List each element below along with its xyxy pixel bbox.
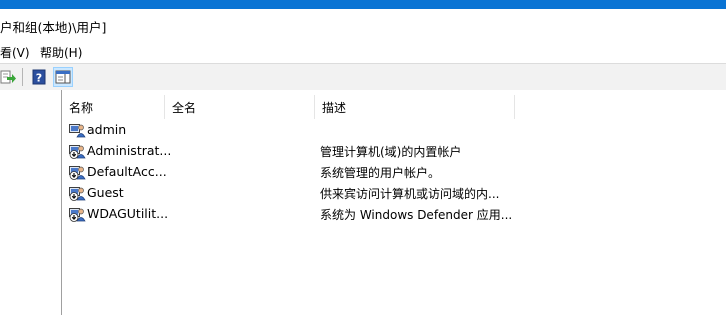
toolbar-separator [22, 68, 23, 86]
toolbar: ? [0, 63, 726, 91]
column-header-label: 描述 [322, 101, 347, 115]
list-item[interactable]: Guest 供来宾访问计算机或访问域的内... [62, 182, 726, 203]
user-name: Guest [87, 185, 124, 200]
column-header-label: 全名 [172, 101, 197, 115]
export-list-icon [0, 70, 16, 84]
show-action-pane-button[interactable] [53, 67, 73, 87]
user-icon [69, 124, 86, 138]
column-header-full-name[interactable]: 全名 [165, 95, 315, 119]
user-name: Administrat... [87, 143, 172, 158]
column-header-label: 名称 [69, 101, 94, 115]
window-top-edge [0, 0, 726, 9]
show-action-pane-icon [55, 70, 71, 84]
menu-view[interactable]: 看(V) [0, 44, 30, 61]
help-icon: ? [32, 69, 46, 85]
disabled-user-icon [69, 208, 86, 222]
list-item[interactable]: admin [62, 119, 726, 140]
menu-help[interactable]: 帮助(H) [40, 44, 82, 61]
export-list-button[interactable] [0, 67, 18, 87]
disabled-user-icon [69, 145, 86, 159]
title-bar: 户和组(本地)\用户] [0, 9, 726, 39]
user-description: 系统管理的用户帐户。 [320, 166, 441, 180]
disabled-user-icon [69, 166, 86, 180]
column-header-name[interactable]: 名称 [62, 95, 165, 119]
window-title: 户和组(本地)\用户] [0, 20, 107, 35]
user-name: DefaultAcc... [87, 164, 167, 179]
list-item[interactable]: Administrat... 管理计算机(域)的内置帐户 [62, 140, 726, 161]
user-name: admin [87, 122, 127, 137]
console-tree-pane[interactable] [0, 90, 62, 315]
help-button[interactable]: ? [29, 67, 49, 87]
column-header-description[interactable]: 描述 [315, 95, 515, 119]
user-name: WDAGUtilit... [87, 206, 169, 221]
disabled-user-icon [69, 187, 86, 201]
user-description: 供来宾访问计算机或访问域的内... [320, 187, 500, 201]
list-item[interactable]: WDAGUtilit... 系统为 Windows Defender 应用... [62, 203, 726, 224]
user-description: 管理计算机(域)的内置帐户 [320, 145, 462, 159]
menu-bar: 看(V) 帮助(H) [0, 39, 726, 63]
list-item[interactable]: DefaultAcc... 系统管理的用户帐户。 [62, 161, 726, 182]
user-description: 系统为 Windows Defender 应用... [320, 208, 513, 222]
user-list-pane[interactable]: 名称 全名 描述 admin Administrat... 管理计算机(域)的内… [62, 90, 726, 315]
svg-text:?: ? [36, 72, 42, 85]
